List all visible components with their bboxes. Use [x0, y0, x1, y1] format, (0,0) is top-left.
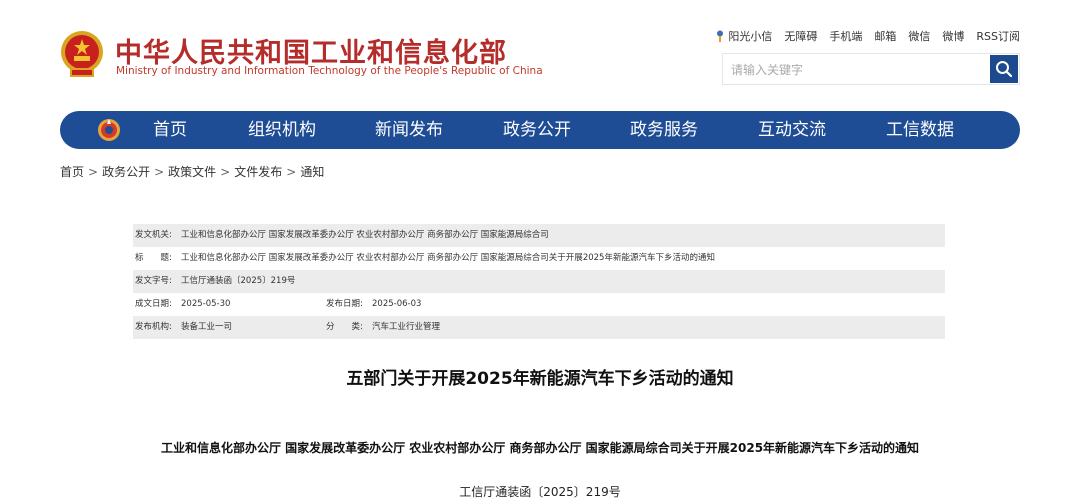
- article-issuer-line: 工业和信息化部办公厅 国家发展改革委办公厅 农业农村部办公厅 商务部办公厅 国家…: [160, 441, 920, 455]
- search-icon: [996, 61, 1013, 78]
- top-link-weibo[interactable]: 微博: [942, 28, 964, 44]
- meta-label: 标 题:: [135, 253, 172, 263]
- breadcrumb-separator: >: [154, 165, 165, 179]
- meta-label: 发文字号:: [135, 276, 172, 286]
- meta-label: 发布机构:: [135, 322, 172, 332]
- top-link-mail[interactable]: 邮箱: [874, 28, 896, 44]
- national-emblem-icon: [58, 30, 106, 80]
- nav-home[interactable]: 首页: [153, 111, 187, 149]
- breadcrumb-gov-affairs[interactable]: 政务公开: [102, 165, 150, 179]
- meta-row-title: 标 题: 工业和信息化部办公厅 国家发展改革委办公厅 农业农村部办公厅 商务部办…: [133, 247, 945, 270]
- nav-gov-affairs[interactable]: 政务公开: [503, 111, 571, 149]
- breadcrumb-home[interactable]: 首页: [60, 165, 84, 179]
- breadcrumb-separator: >: [286, 165, 297, 179]
- meta-org-value: 装备工业一司: [181, 322, 233, 332]
- top-link-rss[interactable]: RSS订阅: [976, 28, 1020, 44]
- meta-category-value: 汽车工业行业管理: [372, 322, 441, 332]
- breadcrumb-docs[interactable]: 文件发布: [234, 165, 282, 179]
- meta-row-org: 发布机构: 装备工业一司 分 类: 汽车工业行业管理: [133, 316, 945, 339]
- breadcrumb-separator: >: [88, 165, 99, 179]
- meta-row-dates: 成文日期: 2025-05-30 发布日期: 2025-06-03: [133, 293, 945, 316]
- meta-label: 发布日期:: [326, 299, 363, 309]
- top-links: 阳光小信 无障碍 手机端 邮箱 微信 微博 RSS订阅: [715, 28, 1020, 44]
- meta-issuer-value: 工业和信息化部办公厅 国家发展改革委办公厅 农业农村部办公厅 商务部办公厅 国家…: [181, 230, 549, 240]
- nav-data[interactable]: 工信数据: [886, 111, 954, 149]
- document-metadata: 发文机关: 工业和信息化部办公厅 国家发展改革委办公厅 农业农村部办公厅 商务部…: [133, 224, 945, 339]
- site-subtitle-en: Ministry of Industry and Information Tec…: [116, 65, 543, 77]
- top-link-mobile[interactable]: 手机端: [829, 28, 862, 44]
- breadcrumb-notice[interactable]: 通知: [300, 165, 324, 179]
- meta-docno-value: 工信厅通装函〔2025〕219号: [181, 276, 296, 286]
- meta-row-issuer: 发文机关: 工业和信息化部办公厅 国家发展改革委办公厅 农业农村部办公厅 商务部…: [133, 224, 945, 247]
- breadcrumb-policy[interactable]: 政策文件: [168, 165, 216, 179]
- meta-label: 发文机关:: [135, 230, 172, 240]
- nav-gov-services[interactable]: 政务服务: [630, 111, 698, 149]
- top-link-wechat[interactable]: 微信: [908, 28, 930, 44]
- meta-published-value: 2025-06-03: [372, 299, 422, 309]
- search-input[interactable]: [729, 59, 983, 81]
- sunshine-icon: [717, 30, 724, 42]
- breadcrumb-separator: >: [220, 165, 231, 179]
- meta-label: 分 类:: [326, 322, 363, 332]
- search-box: [722, 53, 1020, 85]
- search-button[interactable]: [990, 55, 1018, 83]
- miit-logo-icon[interactable]: [97, 118, 121, 142]
- article-title: 五部门关于开展2025年新能源汽车下乡活动的通知: [346, 369, 734, 389]
- top-link-accessibility[interactable]: 无障碍: [784, 28, 817, 44]
- main-nav: 首页 组织机构 新闻发布 政务公开 政务服务 互动交流 工信数据: [60, 111, 1020, 149]
- top-link-sunshine[interactable]: 阳光小信: [715, 28, 772, 44]
- nav-organization[interactable]: 组织机构: [248, 111, 316, 149]
- meta-title-value: 工业和信息化部办公厅 国家发展改革委办公厅 农业农村部办公厅 商务部办公厅 国家…: [181, 253, 715, 263]
- meta-written-value: 2025-05-30: [181, 299, 231, 309]
- breadcrumb: 首页 > 政务公开 > 政策文件 > 文件发布 > 通知: [60, 163, 324, 180]
- nav-interaction[interactable]: 互动交流: [758, 111, 826, 149]
- meta-row-docno: 发文字号: 工信厅通装函〔2025〕219号: [133, 270, 945, 293]
- article-doc-number: 工信厅通装函〔2025〕219号: [459, 485, 621, 499]
- nav-news[interactable]: 新闻发布: [375, 111, 443, 149]
- meta-label: 成文日期:: [135, 299, 172, 309]
